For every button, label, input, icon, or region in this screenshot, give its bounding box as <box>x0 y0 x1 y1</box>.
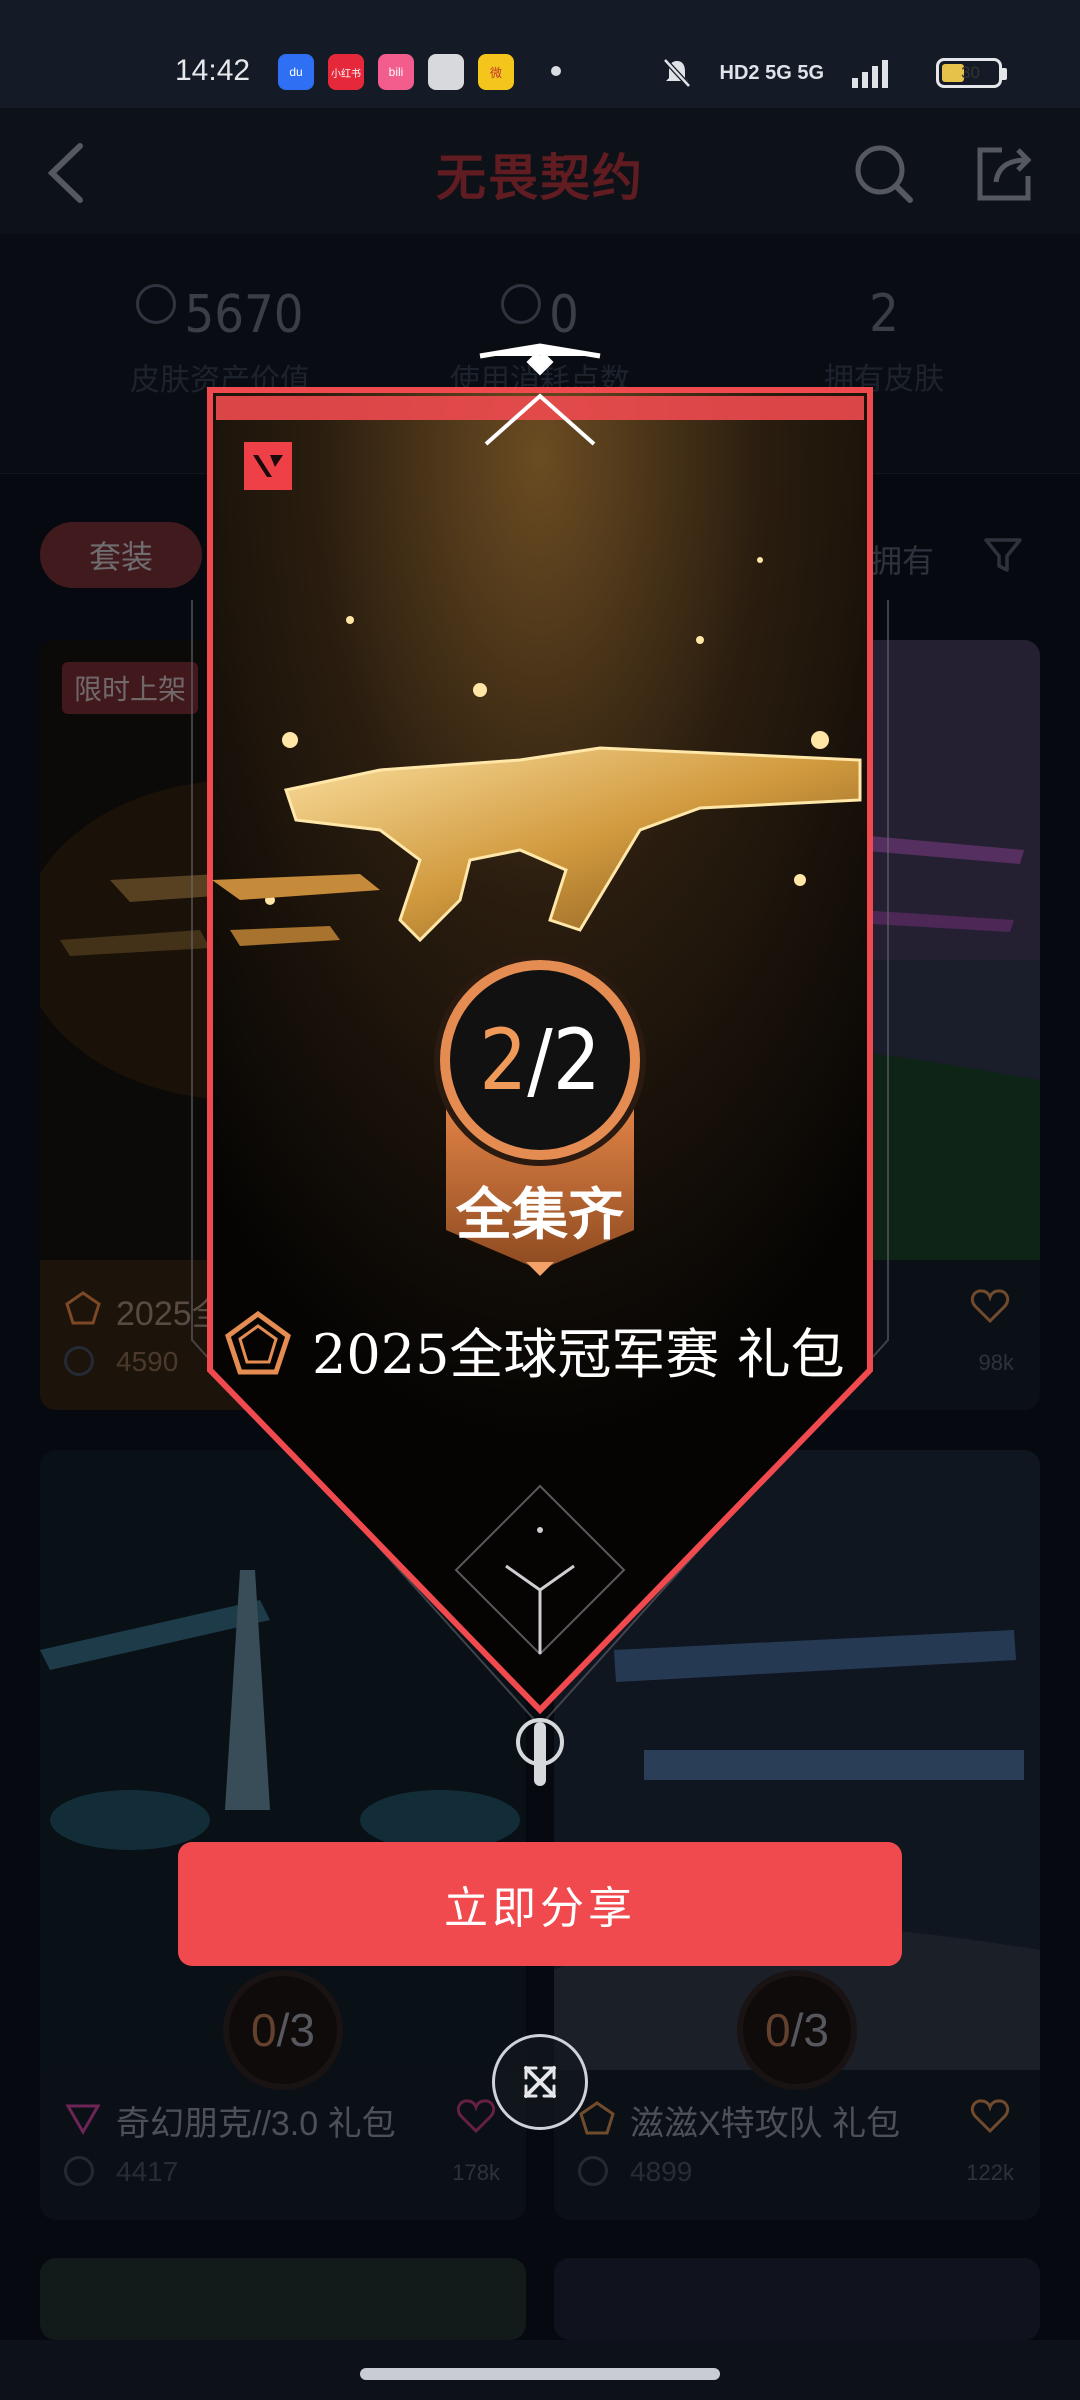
collection-progress-ring: 2/2 <box>440 960 640 1160</box>
blank-app-icon <box>428 54 464 90</box>
progress-total: /2 <box>527 1011 601 1109</box>
bilibili-app-icon: bili <box>378 54 414 90</box>
share-now-button[interactable]: 立即分享 <box>178 1842 902 1966</box>
notification-dot <box>551 66 561 76</box>
baidu-app-icon: du <box>278 54 314 90</box>
tier-pentagon-icon <box>225 1310 291 1375</box>
status-time: 14:42 <box>175 54 251 87</box>
network-indicator: HD2 5G 5G <box>719 61 824 84</box>
signal-icon <box>852 60 888 88</box>
collection-complete-label: 全集齐 <box>456 1183 624 1246</box>
valorant-brand-icon <box>244 442 292 490</box>
close-icon <box>524 2066 556 2098</box>
xiaohongshu-app-icon: 小红书 <box>328 54 364 90</box>
mute-bell-icon <box>662 58 691 88</box>
battery-icon: 30 <box>936 58 1007 88</box>
battery-level: 30 <box>961 63 980 82</box>
weibo-app-icon: 微 <box>478 54 514 90</box>
status-bar: 14:42 du 小红书 bili 微 HD2 5G 5G 30 <box>0 0 1080 108</box>
status-right: HD2 5G 5G 30 <box>660 56 1007 90</box>
bundle-title: 2025全球冠军赛 礼包 <box>312 1323 845 1386</box>
progress-current: 2 <box>479 1011 528 1109</box>
home-indicator[interactable] <box>360 2368 720 2380</box>
status-app-icons: du 小红书 bili 微 <box>278 54 514 90</box>
close-modal-button[interactable] <box>492 2034 588 2130</box>
